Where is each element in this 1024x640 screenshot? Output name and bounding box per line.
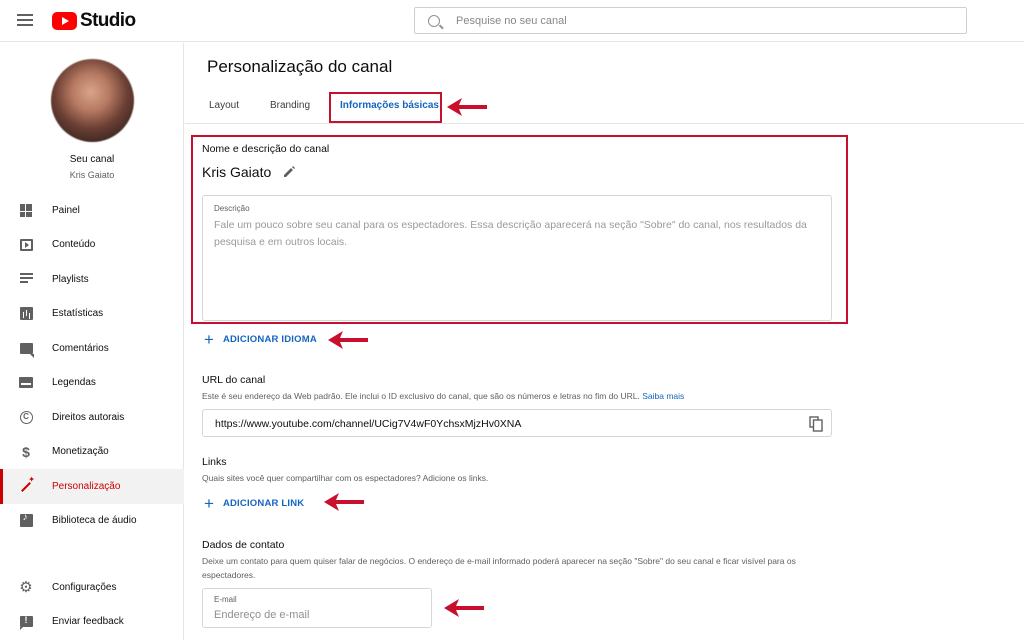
learn-more-link[interactable]: Saiba mais: [642, 391, 684, 401]
youtube-studio-logo[interactable]: Studio: [52, 9, 136, 33]
content-icon: [18, 237, 34, 253]
email-label: E-mail: [214, 595, 237, 604]
channel-owner-name: Kris Gaiato: [69, 170, 115, 180]
tab-branding[interactable]: Branding: [270, 100, 310, 111]
add-language-button[interactable]: + ADICIONAR IDIOMA: [204, 331, 317, 348]
sidebar-item-label: Estatísticas: [52, 308, 104, 320]
copyright-icon: C: [18, 409, 34, 425]
sidebar-item-conteudo[interactable]: Conteúdo: [0, 228, 184, 263]
subtitles-icon: [18, 375, 34, 391]
sidebar-item-label: Personalização: [52, 480, 121, 492]
search-icon[interactable]: [428, 14, 440, 27]
menu-icon[interactable]: [17, 14, 33, 26]
sidebar-item-biblioteca-de-audio[interactable]: Biblioteca de áudio: [0, 504, 184, 539]
main-content: Personalização do canal Layout Branding …: [185, 43, 1024, 640]
pencil-icon[interactable]: [282, 165, 296, 179]
sidebar-item-label: Painel: [52, 204, 80, 216]
email-input[interactable]: [214, 609, 414, 621]
gear-icon: ⚙: [19, 578, 33, 596]
sidebar-item-label: Configurações: [52, 581, 117, 593]
dashboard-icon: [18, 202, 34, 218]
channel-label: Seu canal: [69, 154, 115, 165]
annotation-arrow-icon: [444, 599, 484, 617]
plus-icon: +: [204, 330, 214, 349]
channel-name: Kris Gaiato: [202, 164, 272, 180]
copy-icon[interactable]: [809, 416, 823, 432]
contact-description: Deixe um contato para quem quiser falar …: [202, 556, 796, 580]
audio-library-icon: [18, 512, 34, 529]
comments-icon: [18, 340, 34, 358]
sidebar-nav: Painel Conteúdo Playlists Estatísticas C…: [0, 193, 184, 538]
section-title-url: URL do canal: [202, 374, 266, 386]
plus-icon: +: [204, 494, 214, 513]
logo-text: Studio: [80, 10, 136, 31]
description-label: Descrição: [214, 204, 250, 213]
sidebar-item-direitos-autorais[interactable]: C Direitos autorais: [0, 400, 184, 435]
sidebar-item-label: Monetização: [52, 446, 109, 458]
playlist-icon: [18, 271, 34, 287]
sidebar-item-label: Playlists: [52, 273, 89, 285]
magic-wand-icon: [18, 475, 35, 494]
sidebar-item-label: Biblioteca de áudio: [52, 515, 137, 527]
add-link-label: ADICIONAR LINK: [222, 498, 305, 509]
tab-layout[interactable]: Layout: [209, 100, 239, 111]
sidebar-item-label: Enviar feedback: [52, 616, 124, 628]
tab-bar: Layout Branding Informações básicas: [185, 89, 1024, 124]
sidebar-item-legendas[interactable]: Legendas: [0, 366, 184, 401]
sidebar-item-painel[interactable]: Painel: [0, 193, 184, 228]
page-title: Personalização do canal: [207, 57, 393, 76]
channel-url-field[interactable]: https://www.youtube.com/channel/UCig7V4w…: [202, 409, 832, 437]
analytics-icon: [18, 306, 34, 322]
section-title-contact: Dados de contato: [202, 539, 285, 551]
dollar-icon: $: [22, 443, 30, 460]
url-description-text: Este é seu endereço da Web padrão. Ele i…: [202, 391, 640, 401]
feedback-icon: [18, 614, 34, 631]
sidebar-item-label: Comentários: [52, 342, 109, 354]
email-field[interactable]: E-mail: [202, 588, 432, 628]
youtube-play-icon: [52, 12, 77, 30]
section-title-links: Links: [202, 456, 227, 468]
section-title-name-description: Nome e descrição do canal: [202, 143, 330, 155]
sidebar-item-comentarios[interactable]: Comentários: [0, 331, 184, 366]
links-description: Quais sites você quer compartilhar com o…: [202, 473, 489, 483]
sidebar-item-playlists[interactable]: Playlists: [0, 262, 184, 297]
sidebar-item-enviar-feedback[interactable]: Enviar feedback: [0, 605, 184, 640]
top-bar: Studio: [0, 0, 1024, 42]
sidebar-item-label: Conteúdo: [52, 239, 96, 251]
add-language-label: ADICIONAR IDIOMA: [222, 334, 317, 345]
description-field[interactable]: Descrição Fale um pouco sobre seu canal …: [202, 195, 832, 321]
add-link-button[interactable]: + ADICIONAR LINK: [204, 495, 304, 512]
channel-url-value: https://www.youtube.com/channel/UCig7V4w…: [215, 418, 522, 430]
search-input[interactable]: [456, 14, 936, 27]
search-bar[interactable]: [414, 7, 967, 34]
annotation-arrow-icon: [328, 331, 368, 349]
sidebar-bottom-nav: ⚙ Configurações Enviar feedback: [0, 570, 184, 639]
sidebar-item-personalizacao[interactable]: Personalização: [0, 469, 184, 504]
url-description: Este é seu endereço da Web padrão. Ele i…: [202, 389, 842, 403]
annotation-arrow-icon: [447, 98, 487, 116]
sidebar: Seu canal Kris Gaiato Painel Conteúdo Pl…: [0, 43, 184, 640]
sidebar-item-configuracoes[interactable]: ⚙ Configurações: [0, 570, 184, 605]
description-placeholder[interactable]: Fale um pouco sobre seu canal para os es…: [214, 217, 819, 251]
tab-informacoes-basicas[interactable]: Informações básicas: [340, 100, 439, 111]
active-tab-indicator: [335, 121, 435, 123]
annotation-arrow-icon: [324, 493, 364, 511]
sidebar-item-label: Legendas: [52, 377, 96, 389]
channel-avatar[interactable]: [51, 59, 134, 142]
sidebar-item-estatisticas[interactable]: Estatísticas: [0, 297, 184, 332]
sidebar-item-label: Direitos autorais: [52, 411, 125, 423]
sidebar-item-monetizacao[interactable]: $ Monetização: [0, 435, 184, 470]
